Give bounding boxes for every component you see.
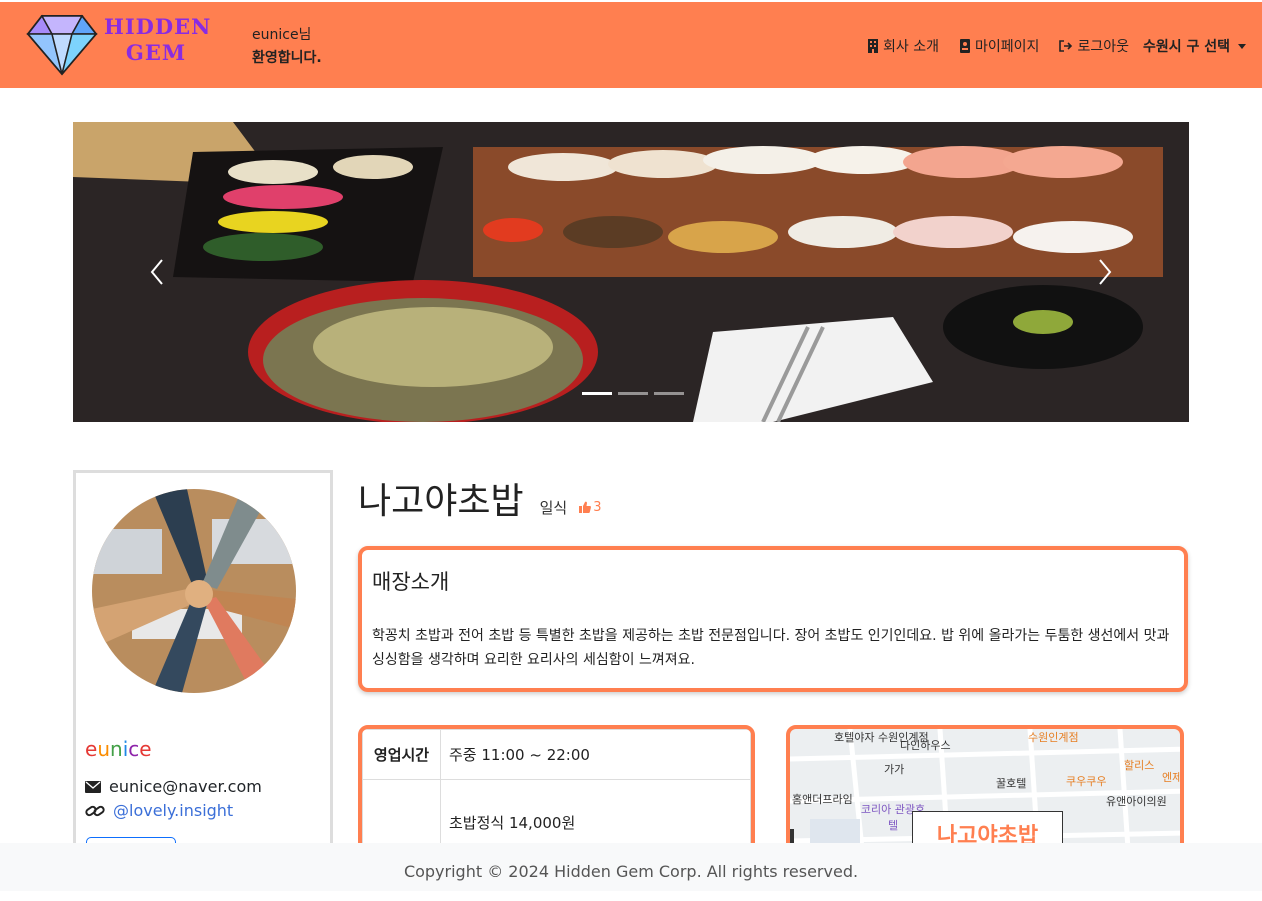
welcome-user: eunice님 <box>252 27 312 43</box>
carousel-next-button[interactable] <box>1065 122 1145 422</box>
hours-label: 영업시간 <box>362 729 441 780</box>
id-badge-icon <box>960 39 971 53</box>
map-label: 가가 <box>884 763 905 776</box>
building-icon <box>868 39 879 53</box>
sign-out-icon <box>1059 40 1073 52</box>
profile-email: eunice@naver.com <box>85 777 262 796</box>
map-label: 할리스 <box>1124 759 1155 772</box>
table-row: 영업시간 주중 11:00 ~ 22:00 <box>362 729 751 780</box>
profile-card: eunice eunice@naver.com @lovely.insight <box>73 470 333 870</box>
welcome-text: 환영합니다. <box>252 50 322 66</box>
link-icon <box>85 805 105 816</box>
footer-copyright: Copyright © 2024 Hidden Gem Corp. All ri… <box>403 862 859 881</box>
profile-email-text: eunice@naver.com <box>109 777 262 796</box>
map-label: 꿀호텔 <box>996 777 1027 790</box>
nav-logout-link[interactable]: 로그아웃 <box>1059 36 1129 56</box>
avatar <box>92 489 296 693</box>
store-title-row: 나고야초밥 일식 3 <box>358 472 602 524</box>
chevron-right-icon <box>1099 259 1112 285</box>
district-select-label: 수원시 구 선택 <box>1142 39 1230 55</box>
map-label: 수원인계점 <box>1028 731 1079 744</box>
hours-value: 주중 11:00 ~ 22:00 <box>440 729 751 780</box>
store-intro-text: 학꽁치 초밥과 전어 초밥 등 특별한 초밥을 제공하는 초밥 전문점입니다. … <box>372 628 1170 668</box>
thumbs-up-icon <box>579 501 592 513</box>
envelope-icon <box>85 780 101 793</box>
nav-company-link[interactable]: 회사 소개 <box>867 36 939 56</box>
map-label: 홈앤더프라임 <box>792 793 853 806</box>
profile-username: eunice <box>85 737 152 761</box>
carousel-indicator-2[interactable] <box>618 392 648 395</box>
nav-menu: 회사 소개 마이페이지 로그아웃 수원시 구 선택 <box>847 36 1246 56</box>
carousel-slide-image <box>73 122 1189 422</box>
carousel-indicators <box>579 392 687 395</box>
brand-line2: GEM <box>125 40 187 65</box>
like-button[interactable]: 3 <box>579 499 602 515</box>
store-category: 일식 <box>539 499 568 517</box>
map-label: 쿠우쿠우 <box>1066 775 1107 788</box>
store-intro-title: 매장소개 <box>372 570 450 594</box>
profile-instagram: @lovely.insight <box>85 801 233 820</box>
chevron-left-icon <box>150 259 163 285</box>
diamond-logo-icon[interactable] <box>26 12 98 78</box>
store-name: 나고야초밥 <box>358 481 524 522</box>
carousel-prev-button[interactable] <box>117 122 197 422</box>
welcome-message: eunice님 환영합니다. <box>252 24 322 70</box>
nav-mypage-label: 마이페이지 <box>975 39 1040 55</box>
footer: Copyright © 2024 Hidden Gem Corp. All ri… <box>0 843 1262 891</box>
nav-logout-label: 로그아웃 <box>1077 39 1129 55</box>
store-intro-card: 매장소개 학꽁치 초밥과 전어 초밥 등 특별한 초밥을 제공하는 초밥 전문점… <box>358 546 1188 692</box>
like-count: 3 <box>593 499 602 515</box>
carousel-indicator-3[interactable] <box>654 392 684 395</box>
brand-line1: HIDDEN <box>104 14 212 39</box>
top-navbar: HIDDEN GEM eunice님 환영합니다. 회사 소개 마이페이지 로그… <box>0 2 1262 88</box>
nav-mypage-link[interactable]: 마이페이지 <box>959 36 1039 56</box>
brand-name[interactable]: HIDDEN GEM <box>104 14 212 66</box>
food-carousel[interactable] <box>73 122 1189 422</box>
district-select-dropdown[interactable]: 수원시 구 선택 <box>1143 36 1246 56</box>
map-label: 유앤아이의원 <box>1106 795 1167 808</box>
caret-down-icon <box>1238 43 1246 49</box>
map-label: 엔제 <box>1162 771 1183 784</box>
nav-company-label: 회사 소개 <box>883 39 940 55</box>
teamwork-hands-image <box>92 489 296 693</box>
instagram-link[interactable]: @lovely.insight <box>113 801 233 820</box>
map-label: 다인하우스 <box>900 739 951 752</box>
carousel-indicator-1[interactable] <box>582 392 612 395</box>
